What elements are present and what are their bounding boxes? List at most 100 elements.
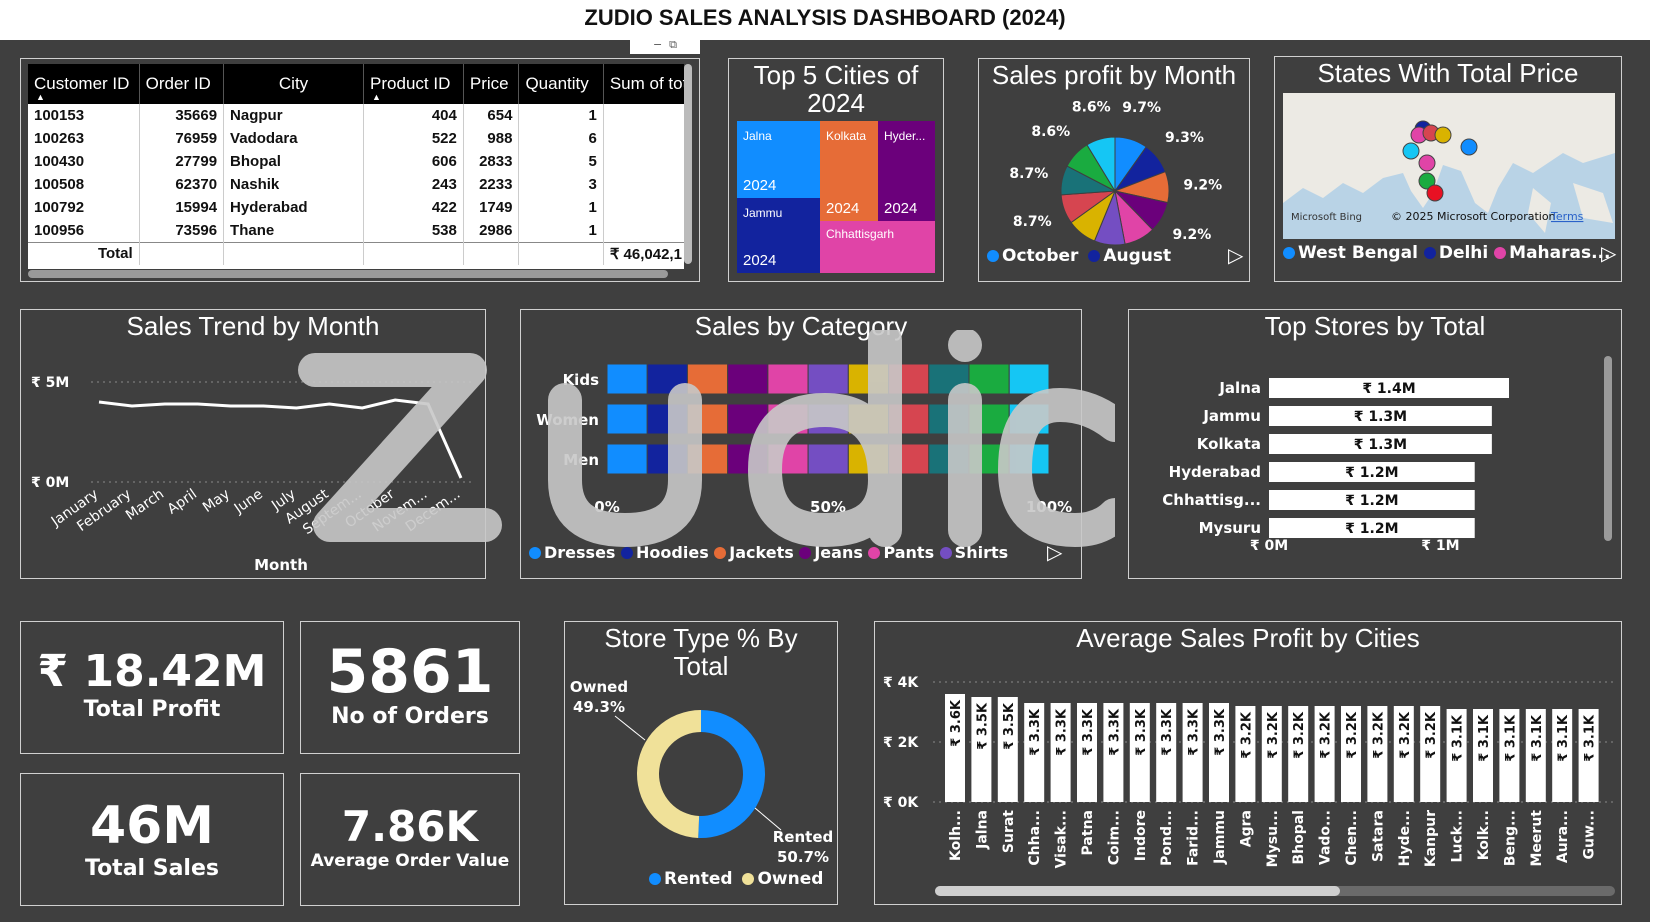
- table-cell: [223, 241, 365, 265]
- legend-item[interactable]: Hoodies: [621, 543, 709, 562]
- table-scrollbar-vertical[interactable]: [684, 64, 692, 264]
- map-bubble[interactable]: [1434, 126, 1452, 144]
- stacked-bar-segment[interactable]: [968, 443, 1010, 475]
- legend-item[interactable]: October: [987, 246, 1078, 266]
- legend-item[interactable]: Rented: [649, 869, 733, 889]
- stacked-bar-segment[interactable]: [847, 363, 890, 395]
- legend-item[interactable]: Owned: [742, 869, 823, 889]
- treemap-cell-label: Kolkata: [826, 129, 867, 143]
- map[interactable]: Microsoft Bing © 2025 Microsoft Corporat…: [1283, 93, 1615, 239]
- stacked-bar-segment[interactable]: [727, 363, 769, 395]
- bar-data-label: ₹ 1.2M: [1345, 493, 1398, 509]
- stacked-bar-segment[interactable]: [646, 443, 688, 475]
- legend-item[interactable]: Shirts: [939, 543, 1008, 562]
- column-data-label: ₹ 3.1K: [1451, 714, 1466, 762]
- legend-item[interactable]: Maharas...: [1494, 243, 1610, 263]
- map-bubble[interactable]: [1418, 154, 1436, 172]
- column-header[interactable]: Price: [463, 64, 520, 104]
- stacked-bar-segment[interactable]: [807, 363, 849, 395]
- donut-slice[interactable]: [698, 710, 765, 838]
- treemap-cell-jalna[interactable]: Jalna 2024: [737, 121, 820, 198]
- donut-slice[interactable]: [637, 710, 701, 838]
- legend-item[interactable]: Dresses: [529, 543, 615, 562]
- stacked-bar-segment[interactable]: [968, 363, 1010, 395]
- column-header[interactable]: Product ID ▲: [363, 64, 464, 104]
- table-row[interactable]: 10043027799Bhopal60628335₹ 14,1: [28, 150, 684, 173]
- stacked-bar-segment[interactable]: [807, 403, 849, 435]
- stacked-bar-segment[interactable]: [727, 403, 769, 435]
- stacked-bar-segment[interactable]: [847, 443, 890, 475]
- stacked-bar-segment[interactable]: [888, 363, 930, 395]
- treemap-cell-kolkata[interactable]: Kolkata 2024: [820, 121, 878, 221]
- legend-item[interactable]: Jackets: [714, 543, 794, 562]
- table-row[interactable]: 10095673596Thane53829861₹ 2,9: [28, 219, 684, 242]
- legend-item[interactable]: Delhi: [1423, 243, 1488, 263]
- table-cell: Vadodara: [223, 127, 365, 150]
- stacked-bar-segment[interactable]: [807, 443, 849, 475]
- stacked-bar-segment[interactable]: [888, 403, 930, 435]
- legend-next-icon[interactable]: ▷: [1047, 540, 1062, 564]
- sales-trend-panel: Sales Trend by Month ₹ 5M ₹ 0M January Febr…: [20, 309, 486, 579]
- stacked-bar-segment[interactable]: [646, 363, 688, 395]
- stacked-bar-segment[interactable]: [646, 403, 688, 435]
- stacked-bar-segment[interactable]: [606, 363, 648, 395]
- stacked-bar-segment[interactable]: [686, 363, 729, 395]
- stacked-bar-segment[interactable]: [1008, 403, 1050, 435]
- column-header[interactable]: Sum of tot: [603, 64, 684, 104]
- stacked-bar-segment[interactable]: [847, 403, 890, 435]
- table-row[interactable]: 10026376959Vadodara5229886₹ 5,9: [28, 127, 684, 150]
- stores-scrollbar[interactable]: [1604, 356, 1612, 541]
- stacked-bar-segment[interactable]: [968, 403, 1010, 435]
- table-cell: 15994: [139, 196, 225, 219]
- visual-header-toolbar[interactable]: − ⧉: [630, 38, 700, 54]
- stacked-bar-segment[interactable]: [606, 403, 648, 435]
- trend-line[interactable]: [98, 398, 463, 479]
- legend-item[interactable]: West Bengal: [1283, 243, 1418, 263]
- stacked-bar-segment[interactable]: [686, 443, 729, 475]
- stacked-bar-segment[interactable]: [767, 403, 809, 435]
- column-header[interactable]: City: [223, 64, 365, 104]
- donut-pct-owned: 49.3%: [573, 698, 625, 716]
- table-row[interactable]: 10015335669Nagpur4046541₹ 6: [28, 104, 684, 127]
- table-total-row: Total ₹ 46,042,1: [28, 241, 684, 265]
- legend-next-icon[interactable]: ▷: [1601, 241, 1616, 265]
- stacked-bar-segment[interactable]: [1008, 443, 1050, 475]
- stacked-bar-segment[interactable]: [928, 363, 970, 395]
- table-scrollbar-horizontal[interactable]: [28, 270, 668, 278]
- table-row[interactable]: 10079215994Hyderabad42217491₹ 1,7: [28, 196, 684, 219]
- stacked-bar-segment[interactable]: [606, 443, 648, 475]
- donut-title-line1: Store Type % By: [604, 623, 798, 653]
- stacked-bar-segment[interactable]: [767, 363, 809, 395]
- column-header[interactable]: Quantity: [518, 64, 604, 104]
- x-tick-label: Bhopal: [1291, 810, 1307, 865]
- column-data-label: ₹ 3.2K: [1319, 711, 1334, 759]
- stacked-bar-segment[interactable]: [888, 443, 930, 475]
- pie-data-label: 9.2%: [1172, 227, 1211, 243]
- legend-item[interactable]: Jeans: [799, 543, 863, 562]
- orders-table[interactable]: Customer ID ▲ Order ID City Product ID ▲ P…: [28, 64, 684, 269]
- column-header[interactable]: Customer ID ▲: [28, 64, 140, 104]
- treemap-cell-chhattisgarh[interactable]: Chhattisgarh: [820, 221, 935, 273]
- stacked-bar-segment[interactable]: [928, 403, 970, 435]
- stacked-bar-segment[interactable]: [686, 403, 729, 435]
- legend-next-icon[interactable]: ▷: [1228, 243, 1243, 267]
- avg-profit-panel: Average Sales Profit by Cities ₹ 4K ₹ 2K ₹…: [874, 621, 1622, 905]
- treemap-cell-jammu[interactable]: Jammu 2024: [737, 198, 820, 273]
- stacked-bar-segment[interactable]: [767, 443, 809, 475]
- map-bubble[interactable]: [1460, 138, 1478, 156]
- stacked-bar-segment[interactable]: [1008, 363, 1050, 395]
- legend-item[interactable]: August: [1088, 246, 1171, 266]
- column-data-label: ₹ 3.2K: [1345, 711, 1360, 759]
- avg-scrollbar-thumb[interactable]: [935, 886, 1340, 896]
- map-terms-link[interactable]: Terms: [1550, 210, 1584, 223]
- table-row[interactable]: 10050862370Nashik24322333₹ 6,6: [28, 173, 684, 196]
- stacked-bar-segment[interactable]: [727, 443, 769, 475]
- map-bubble[interactable]: [1426, 184, 1444, 202]
- map-bubble[interactable]: [1402, 142, 1420, 160]
- legend-dot: [868, 547, 881, 559]
- x-tick-label: May: [200, 486, 233, 516]
- treemap-cell-hyderabad[interactable]: Hyder... 2024: [878, 121, 935, 221]
- stacked-bar-segment[interactable]: [928, 443, 970, 475]
- legend-item[interactable]: Pants: [868, 543, 934, 562]
- column-header[interactable]: Order ID: [139, 64, 225, 104]
